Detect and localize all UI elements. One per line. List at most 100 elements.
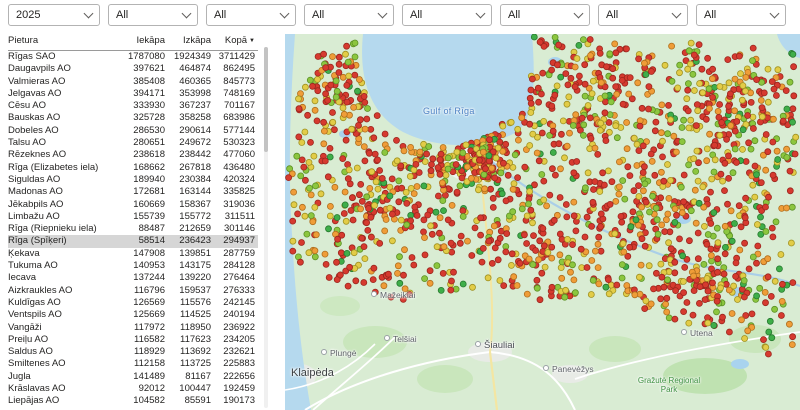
table-row[interactable]: Jēkabpils AO160669158367319036 [8,199,258,211]
stop-dot[interactable] [565,236,571,242]
stop-dot[interactable] [310,83,316,89]
stop-dot[interactable] [290,248,296,254]
stop-dot[interactable] [592,179,598,185]
cell-pietura[interactable]: Jugla [8,371,120,383]
stop-dot[interactable] [377,207,383,213]
stop-dot[interactable] [340,74,346,80]
stop-dot[interactable] [346,167,352,173]
stop-dot[interactable] [589,258,595,264]
cell-izkapa[interactable]: 114525 [168,309,214,321]
stop-dot[interactable] [389,211,395,217]
cell-iekapa[interactable]: 168662 [120,162,168,174]
stop-dot[interactable] [547,192,553,198]
stop-dot[interactable] [576,42,582,48]
stop-dot[interactable] [668,117,674,123]
stop-dot[interactable] [397,254,403,260]
stop-dot[interactable] [361,280,367,286]
stop-dot[interactable] [632,292,638,298]
stop-dot[interactable] [574,159,580,165]
stop-dot[interactable] [737,247,743,253]
stop-dot[interactable] [612,41,618,47]
stop-dot[interactable] [732,146,738,152]
stop-dot[interactable] [422,252,428,258]
stop-dot[interactable] [346,73,352,79]
cell-iekapa[interactable]: 147908 [120,248,168,260]
stop-dot[interactable] [552,172,558,178]
stop-dot[interactable] [696,42,702,48]
stop-dot[interactable] [573,112,579,118]
stop-dot[interactable] [681,172,687,178]
stop-dot[interactable] [626,91,632,97]
stop-dot[interactable] [352,40,358,46]
stop-dot[interactable] [382,228,388,234]
stop-dot[interactable] [296,106,302,112]
stop-dot[interactable] [296,134,302,140]
stop-dot[interactable] [534,150,540,156]
stop-dot[interactable] [585,103,591,109]
stop-dot[interactable] [719,120,725,126]
stop-dot[interactable] [373,179,379,185]
stop-dot[interactable] [658,169,664,175]
stop-dot[interactable] [639,105,645,111]
cell-kopa[interactable]: 222656 [214,371,258,383]
stop-dot[interactable] [510,209,516,215]
stop-dot[interactable] [322,251,328,257]
stop-dot[interactable] [374,113,380,119]
stop-dot[interactable] [440,145,446,151]
stop-dot[interactable] [679,139,685,145]
stop-dot[interactable] [767,318,773,324]
stop-dot[interactable] [779,281,785,287]
stop-dot[interactable] [445,217,451,223]
stop-dot[interactable] [630,209,636,215]
stop-dot[interactable] [789,342,795,348]
cell-kopa[interactable]: 234205 [214,334,258,346]
stop-dot[interactable] [321,51,327,57]
cell-izkapa[interactable]: 230384 [168,174,214,186]
stop-dot[interactable] [770,172,776,178]
stop-dot[interactable] [438,287,444,293]
stop-dot[interactable] [598,80,604,86]
stop-dot[interactable] [497,278,503,284]
stop-dot[interactable] [772,306,778,312]
stop-dot[interactable] [784,106,790,112]
stop-dot[interactable] [291,202,297,208]
cell-kopa[interactable]: 190173 [214,395,258,407]
stop-dot[interactable] [511,274,517,280]
stop-dot[interactable] [694,102,700,108]
stop-dot[interactable] [302,213,308,219]
stop-dot[interactable] [604,64,610,70]
stop-dot[interactable] [454,189,460,195]
stop-dot[interactable] [549,244,555,250]
stop-dot[interactable] [726,103,732,109]
stop-dot[interactable] [343,51,349,57]
stop-dot[interactable] [377,240,383,246]
stop-dot[interactable] [757,285,763,291]
stop-dot[interactable] [728,123,734,129]
stop-dot[interactable] [563,71,569,77]
stop-dot[interactable] [648,301,654,307]
table-row[interactable]: Tukuma AO140953143175284128 [8,260,258,272]
stop-dot[interactable] [708,189,714,195]
stop-dot[interactable] [743,159,749,165]
stop-dot[interactable] [334,215,340,221]
stop-dot[interactable] [365,106,371,112]
stop-dot[interactable] [366,150,372,156]
stop-dot[interactable] [426,144,432,150]
stop-dot[interactable] [616,184,622,190]
stop-dot[interactable] [566,94,572,100]
table-row[interactable]: Aizkraukles AO116796159537276333 [8,285,258,297]
stop-dot[interactable] [671,133,677,139]
stop-dot[interactable] [334,88,340,94]
cell-izkapa[interactable]: 139851 [168,248,214,260]
stop-dot[interactable] [321,119,327,125]
stop-dot[interactable] [711,210,717,216]
stop-dot[interactable] [417,149,423,155]
stop-dot[interactable] [541,243,547,249]
stop-dot[interactable] [524,213,530,219]
cell-kopa[interactable]: 477060 [214,149,258,161]
stop-dot[interactable] [562,155,568,161]
stop-dot[interactable] [709,76,715,82]
stop-dot[interactable] [592,248,598,254]
stop-dot[interactable] [503,198,509,204]
stop-dot[interactable] [448,287,454,293]
